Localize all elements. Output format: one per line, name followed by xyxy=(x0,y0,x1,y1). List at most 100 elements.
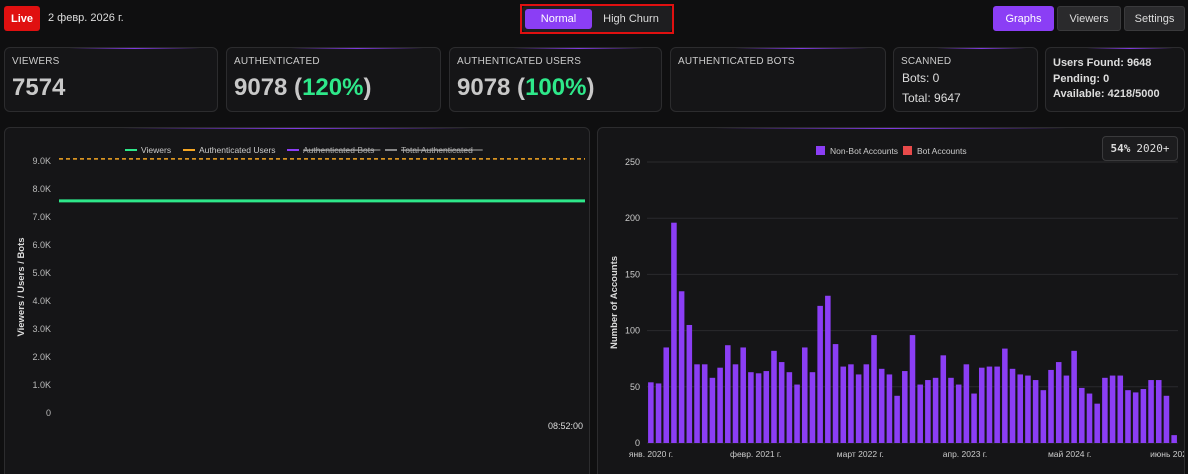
authenticated-card: AUTHENTICATED 9078 (120%) xyxy=(226,47,441,112)
bar xyxy=(1002,348,1008,443)
y-tick-label: 0 xyxy=(635,438,640,448)
bar xyxy=(1148,380,1154,443)
bar xyxy=(840,366,847,443)
settings-button[interactable]: Settings xyxy=(1124,6,1185,31)
viewers-label: VIEWERS xyxy=(12,56,60,67)
bar xyxy=(1086,393,1093,443)
bar xyxy=(1017,374,1024,443)
live-badge[interactable]: Live xyxy=(4,6,40,31)
x-tick-label: апр. 2023 г. xyxy=(943,449,987,459)
date-label: 2 февр. 2026 г. xyxy=(48,12,124,24)
authenticated-value-row: 9078 (120%) xyxy=(234,74,371,102)
bar xyxy=(986,366,993,443)
authenticated-users-label: AUTHENTICATED USERS xyxy=(457,56,582,67)
bar xyxy=(832,344,839,443)
bar xyxy=(1009,368,1016,443)
legend-label: Authenticated Users xyxy=(199,145,276,155)
bar xyxy=(778,362,785,443)
legend-label: Viewers xyxy=(141,145,171,155)
bar xyxy=(1040,390,1047,443)
legend-swatch xyxy=(903,146,912,155)
bar xyxy=(1125,390,1131,443)
year-filter-badge[interactable]: 54% 2020+ xyxy=(1102,136,1178,161)
y-axis-label: Viewers / Users / Bots xyxy=(16,237,27,336)
legend-label: Non-Bot Accounts xyxy=(830,146,898,156)
bar xyxy=(925,380,931,443)
viewers-button[interactable]: Viewers xyxy=(1057,6,1121,31)
bar xyxy=(1094,403,1100,443)
bar xyxy=(694,364,700,443)
bar xyxy=(725,345,731,443)
authenticated-label: AUTHENTICATED xyxy=(234,56,320,67)
bar xyxy=(894,395,900,443)
bar xyxy=(717,367,723,443)
bar xyxy=(817,305,823,443)
viewers-line-chart: 9.0K 8.0K 7.0K 6.0K 5.0K 4.0K 3.0K 2.0K 1.0K 0 Vie… xyxy=(16,145,585,431)
mode-normal-button[interactable]: Normal xyxy=(525,9,592,29)
scanned-card: SCANNED Bots: 0 Total: 9647 xyxy=(893,47,1038,112)
x-tick-label: февр. 2021 г. xyxy=(730,449,781,459)
authenticated-value: 9078 xyxy=(234,74,288,101)
authenticated-users-card: AUTHENTICATED USERS 9078 (100%) xyxy=(449,47,662,112)
accounts-bar-chart: 250 200 150 100 50 0 Number of Accounts янв. 20… xyxy=(609,146,1184,459)
bar xyxy=(678,291,685,443)
bar xyxy=(671,222,677,443)
y-axis-label: Number of Accounts xyxy=(609,256,620,349)
legend-swatch xyxy=(816,146,825,155)
bar xyxy=(755,373,762,443)
bar xyxy=(1079,387,1085,443)
y-tick-label: 2.0K xyxy=(32,352,51,362)
graphs-button[interactable]: Graphs xyxy=(993,6,1054,31)
y-tick-label: 150 xyxy=(625,269,640,279)
y-tick-label: 3.0K xyxy=(32,324,51,334)
bar xyxy=(1163,395,1170,443)
authenticated-users-value-row: 9078 (100%) xyxy=(457,74,594,102)
bar xyxy=(740,347,746,443)
x-tick-label: 08:52:00 xyxy=(548,421,583,431)
bar xyxy=(794,384,800,443)
authenticated-bots-card: AUTHENTICATED BOTS xyxy=(670,47,886,112)
available-count: Available: 4218/5000 xyxy=(1053,88,1160,100)
bar xyxy=(863,364,870,443)
bar xyxy=(1109,375,1116,443)
authenticated-users-paren-open: ( xyxy=(510,74,526,101)
y-tick-label: 200 xyxy=(625,213,640,223)
bar xyxy=(878,368,885,443)
bar xyxy=(1155,380,1162,443)
badge-percent: 54% xyxy=(1110,142,1131,155)
bar xyxy=(971,393,977,443)
mode-toggle: Normal High Churn xyxy=(522,6,672,32)
bar xyxy=(940,355,947,443)
y-tick-label: 100 xyxy=(625,326,640,336)
authenticated-users-paren-close: ) xyxy=(586,74,595,101)
bar xyxy=(1117,375,1124,443)
authenticated-paren-close: ) xyxy=(363,74,372,101)
scanned-bots: Bots: 0 xyxy=(902,71,940,85)
y-tick-label: 8.0K xyxy=(32,184,51,194)
bar xyxy=(855,374,862,443)
bar xyxy=(902,371,908,443)
bar xyxy=(801,347,808,443)
bar xyxy=(825,295,831,443)
scanned-label: SCANNED xyxy=(901,56,952,67)
mode-high-churn-button[interactable]: High Churn xyxy=(594,9,668,29)
y-tick-label: 6.0K xyxy=(32,240,51,250)
x-tick-label: май 2024 г. xyxy=(1048,449,1091,459)
bar xyxy=(663,347,670,443)
bar xyxy=(848,364,854,443)
authenticated-users-value: 9078 xyxy=(457,74,511,101)
accounts-bar-chart-panel: 250 200 150 100 50 0 Number of Accounts янв. 20… xyxy=(597,127,1185,474)
y-tick-label: 7.0K xyxy=(32,212,51,222)
top-bar: Live 2 февр. 2026 г. Normal High Churn G… xyxy=(0,0,1188,38)
summary-card: Users Found: 9648 Pending: 0 Available: … xyxy=(1045,47,1185,112)
y-tick-label: 0 xyxy=(46,408,51,418)
bar xyxy=(1171,435,1177,443)
y-tick-label: 250 xyxy=(625,157,640,167)
bar xyxy=(655,383,662,443)
bar xyxy=(763,371,770,443)
authenticated-bots-label: AUTHENTICATED BOTS xyxy=(678,56,795,67)
badge-label: 2020+ xyxy=(1136,142,1170,155)
bar xyxy=(709,377,716,443)
bar xyxy=(1102,377,1108,443)
bar xyxy=(909,335,916,443)
